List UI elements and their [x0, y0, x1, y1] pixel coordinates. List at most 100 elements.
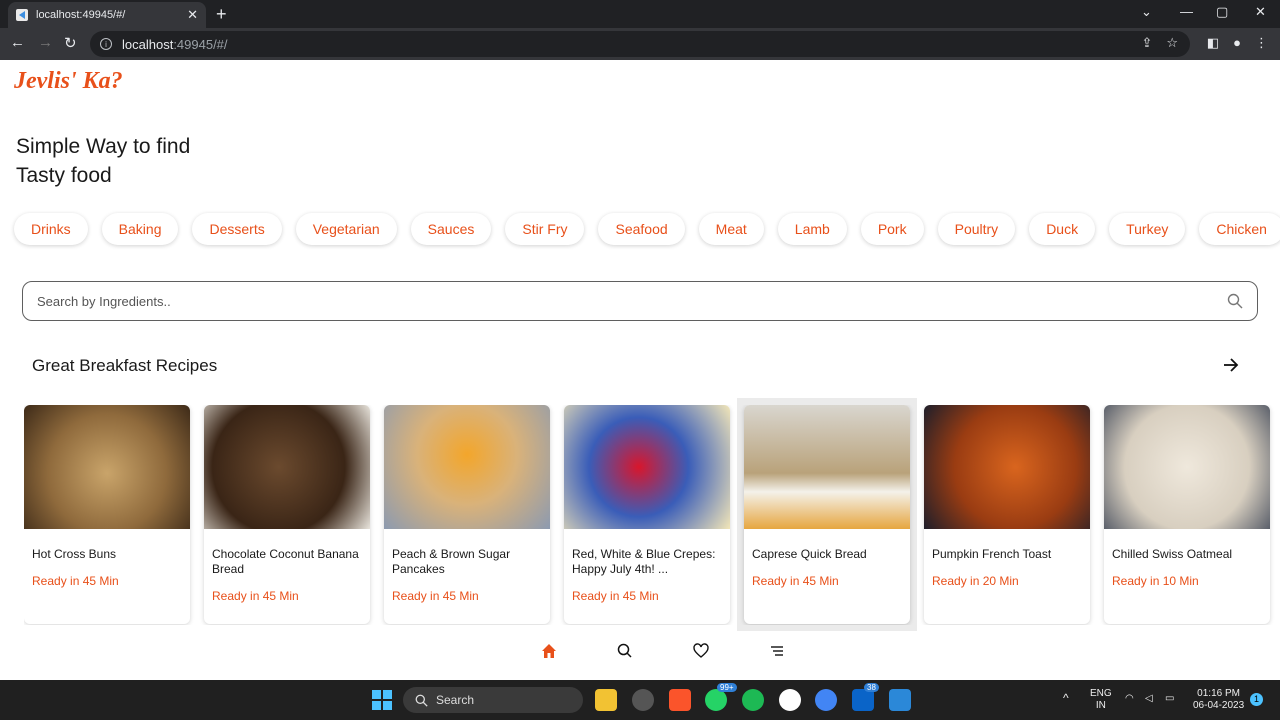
app-page: Jevlis' Ka? Simple Way to find Tasty foo… [0, 60, 1280, 680]
category-chip[interactable]: Chicken [1199, 213, 1280, 245]
windows-taskbar: Search 99+ 38 ^ ENG IN ◠ ◁ ▭ 01:16 PM 06… [0, 680, 1280, 720]
recipe-name: Peach & Brown Sugar Pancakes [392, 547, 511, 576]
windows-start-icon[interactable] [372, 690, 392, 710]
clock[interactable]: 01:16 PM 06-04-2023 [1193, 688, 1244, 712]
taskbar-search[interactable]: Search [403, 687, 583, 713]
recipe-image [744, 405, 910, 529]
recipe-card[interactable]: Chilled Swiss Oatmeal Ready in 10 Min [1104, 405, 1270, 624]
spotify-icon[interactable] [742, 689, 764, 711]
category-chip[interactable]: Meat [698, 213, 764, 245]
notion-icon[interactable] [779, 689, 801, 711]
recipe-ready-time: Ready in 45 Min [752, 574, 839, 588]
category-chip[interactable]: Duck [1029, 213, 1096, 245]
photos-icon[interactable] [889, 689, 911, 711]
recipe-ready-time: Ready in 45 Min [32, 574, 119, 588]
category-chip[interactable]: Pork [860, 213, 924, 245]
outlook-icon[interactable]: 38 [852, 683, 879, 711]
recipe-carousel: Hot Cross Buns Ready in 45 Min Chocolate C… [24, 405, 1280, 625]
home-icon[interactable] [540, 642, 558, 660]
back-icon[interactable]: ← [10, 34, 25, 51]
close-window-button[interactable]: ✕ [1255, 4, 1266, 20]
recipe-image [564, 405, 730, 529]
chrome-icon[interactable] [815, 689, 837, 711]
browser-tabbar: localhost:49945/#/ ✕ + ⌄ — ▢ ✕ [0, 0, 1280, 28]
search-icon [415, 694, 428, 707]
minimize-button[interactable]: — [1180, 4, 1193, 19]
clock-time: 01:16 PM [1197, 688, 1240, 699]
recipe-card[interactable]: Hot Cross Buns Ready in 45 Min [24, 405, 190, 624]
tab-search-icon[interactable]: ⌄ [1141, 4, 1152, 20]
volume-icon[interactable]: ◁ [1145, 693, 1153, 705]
recipe-image [24, 405, 190, 529]
profile-icon[interactable]: ● [1233, 35, 1241, 51]
category-chip[interactable]: Lamb [777, 213, 847, 245]
category-chip[interactable]: Stir Fry [505, 213, 585, 245]
flutter-favicon-icon [16, 9, 28, 21]
site-info-icon[interactable]: i [100, 38, 112, 50]
lang-code: ENG [1090, 688, 1112, 699]
file-explorer-icon[interactable] [595, 689, 617, 711]
battery-icon[interactable]: ▭ [1165, 693, 1174, 705]
ingredient-search-field[interactable]: Search by Ingredients.. [22, 281, 1258, 321]
arrow-right-icon[interactable] [1222, 356, 1240, 374]
recipe-name: Caprese Quick Bread [752, 547, 867, 561]
search-icon[interactable] [1227, 293, 1243, 309]
language-indicator[interactable]: ENG IN [1090, 688, 1112, 712]
bookmark-star-icon[interactable]: ☆ [1166, 35, 1178, 51]
share-icon[interactable]: ⇪ [1141, 35, 1152, 51]
category-chip[interactable]: Poultry [937, 213, 1016, 245]
recipe-card[interactable]: Peach & Brown Sugar Pancakes Ready in 45 … [384, 405, 550, 624]
whatsapp-badge: 99+ [717, 683, 737, 692]
taskbar-search-label: Search [436, 693, 475, 707]
category-chip[interactable]: Sauces [410, 213, 492, 245]
notification-badge[interactable]: 1 [1250, 693, 1263, 706]
search-input[interactable]: Search by Ingredients.. [37, 294, 1227, 309]
whatsapp-icon[interactable]: 99+ [705, 683, 737, 711]
tab-title: localhost:49945/#/ [36, 9, 126, 21]
recipe-card[interactable]: Chocolate Coconut Banana Bread Ready in 4… [204, 405, 370, 624]
url-host: localhost [122, 36, 174, 52]
category-chip[interactable]: Turkey [1109, 213, 1186, 245]
recipe-name: Hot Cross Buns [32, 547, 117, 561]
address-bar[interactable]: i localhost:49945/#/ ⇪ ☆ [90, 31, 1190, 57]
forward-icon[interactable]: → [38, 34, 53, 51]
side-panel-icon[interactable]: ◧ [1207, 35, 1219, 51]
recipe-ready-time: Ready in 45 Min [572, 589, 659, 603]
region-code: IN [1095, 700, 1106, 711]
recipe-card[interactable]: Caprese Quick Bread Ready in 45 Min [744, 405, 910, 624]
maximize-button[interactable]: ▢ [1216, 4, 1228, 20]
recipe-image [384, 405, 550, 529]
recipe-name: Pumpkin French Toast [932, 547, 1052, 561]
url-path: :49945/#/ [173, 36, 228, 52]
brave-icon[interactable] [669, 689, 691, 711]
recipe-ready-time: Ready in 10 Min [1112, 574, 1199, 588]
section-title: Great Breakfast Recipes [32, 356, 218, 375]
tray-overflow-icon[interactable]: ^ [1063, 692, 1069, 704]
reload-icon[interactable]: ↻ [64, 34, 77, 52]
bottom-navigation [540, 642, 786, 660]
category-chip[interactable]: Desserts [192, 213, 282, 245]
category-chip[interactable]: Drinks [14, 213, 88, 245]
clock-date: 06-04-2023 [1193, 700, 1245, 711]
new-tab-button[interactable]: + [216, 4, 227, 25]
recipe-name: Red, White & Blue Crepes: Happy July 4th… [572, 547, 716, 576]
browser-tab[interactable]: localhost:49945/#/ ✕ [8, 2, 206, 28]
recipe-card[interactable]: Pumpkin French Toast Ready in 20 Min [924, 405, 1090, 624]
list-icon[interactable] [768, 642, 786, 660]
app-icon[interactable] [632, 689, 654, 711]
recipe-card[interactable]: Red, White & Blue Crepes: Happy July 4th… [564, 405, 730, 624]
recipe-image [204, 405, 370, 529]
category-chip[interactable]: Seafood [598, 213, 685, 245]
app-logo: Jevlis' Ka? [14, 68, 123, 94]
close-tab-icon[interactable]: ✕ [187, 7, 198, 23]
category-chip[interactable]: Baking [101, 213, 179, 245]
recipe-image [924, 405, 1090, 529]
category-chip[interactable]: Vegetarian [295, 213, 397, 245]
wifi-icon[interactable]: ◠ [1125, 693, 1134, 705]
outlook-badge: 38 [864, 683, 879, 692]
recipe-ready-time: Ready in 20 Min [932, 574, 1019, 588]
search-icon[interactable] [616, 642, 634, 660]
menu-icon[interactable]: ⋮ [1255, 35, 1268, 51]
hero-line-2: Tasty food [16, 164, 112, 187]
heart-icon[interactable] [692, 642, 710, 660]
